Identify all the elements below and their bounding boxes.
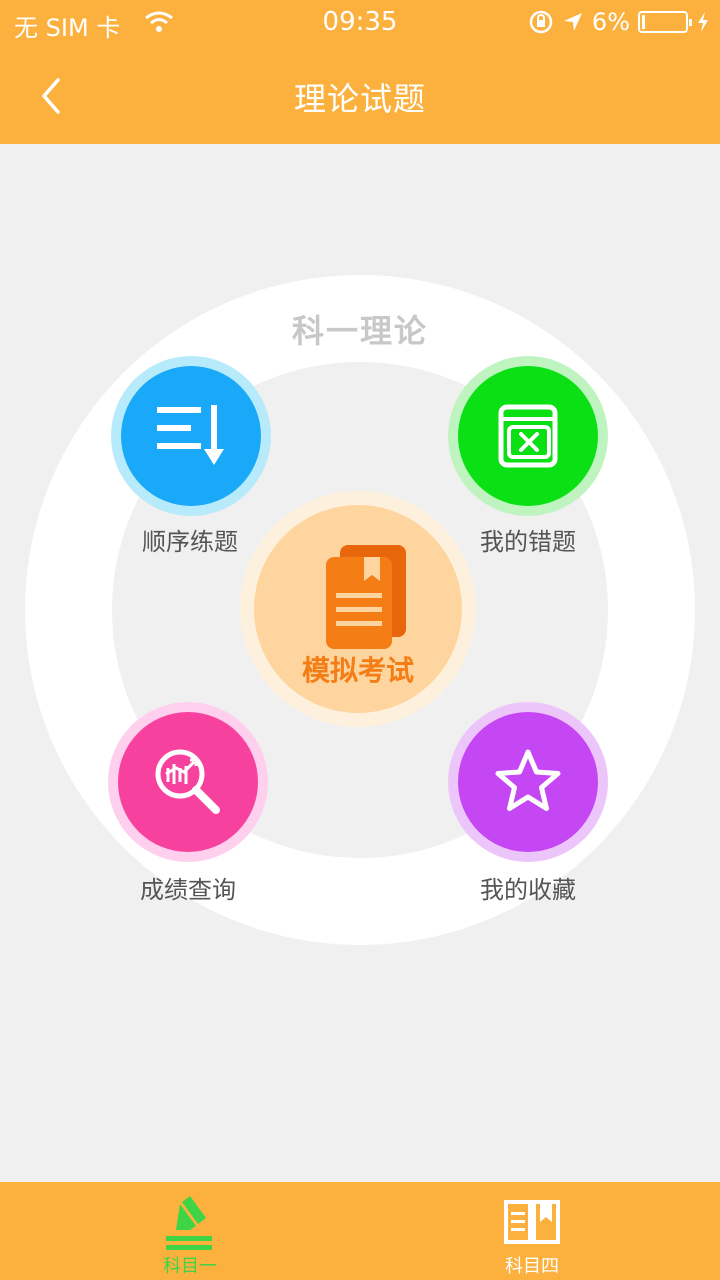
score-query-label[interactable]: 成绩查询 <box>88 870 288 905</box>
star-icon <box>495 749 561 811</box>
pencil-edit-icon <box>166 1196 212 1250</box>
tab-subject-one[interactable]: 科目一 <box>90 1182 290 1280</box>
my-wrong-questions-button[interactable] <box>448 356 608 516</box>
mock-exam-circle: 模拟考试 <box>254 505 462 713</box>
tab-subject-one-label: 科目一 <box>163 1256 217 1277</box>
list-sort-down-icon <box>157 405 224 465</box>
my-wrong-questions-circle <box>458 366 598 506</box>
documents-icon <box>326 545 406 649</box>
navigation-bar: 理论试题 <box>0 48 720 144</box>
rotation-lock-icon <box>529 10 553 34</box>
page-title: 理论试题 <box>293 80 426 118</box>
mock-exam-button[interactable]: 模拟考试 <box>240 491 476 727</box>
my-favorites-circle <box>458 712 598 852</box>
section-title: 科一理论 <box>291 312 428 350</box>
sequential-practice-button[interactable] <box>111 356 271 516</box>
battery-icon <box>638 11 692 33</box>
mock-exam-label: 模拟考试 <box>301 654 414 687</box>
magnifier-chart-icon <box>155 749 220 814</box>
tab-subject-four[interactable]: 科目四 <box>432 1182 632 1280</box>
open-book-icon <box>504 1200 560 1244</box>
sequential-practice-circle <box>121 366 261 506</box>
bottom-tab-bar: 科目一 科目四 <box>0 1182 720 1280</box>
wrong-book-icon <box>498 404 558 468</box>
battery-percent: 6% <box>591 8 630 36</box>
location-arrow-icon <box>563 13 582 31</box>
top-bar: 无 SIM 卡 09:35 6% 理论试题 <box>0 0 720 144</box>
tab-subject-four-label: 科目四 <box>505 1256 559 1277</box>
my-favorites-button[interactable] <box>448 702 608 862</box>
status-right: 6% <box>528 8 710 36</box>
status-bar: 无 SIM 卡 09:35 6% <box>0 0 720 48</box>
score-query-button[interactable] <box>108 702 268 862</box>
score-query-circle <box>118 712 258 852</box>
my-favorites-label[interactable]: 我的收藏 <box>428 870 628 905</box>
charging-bolt-icon <box>698 12 708 32</box>
